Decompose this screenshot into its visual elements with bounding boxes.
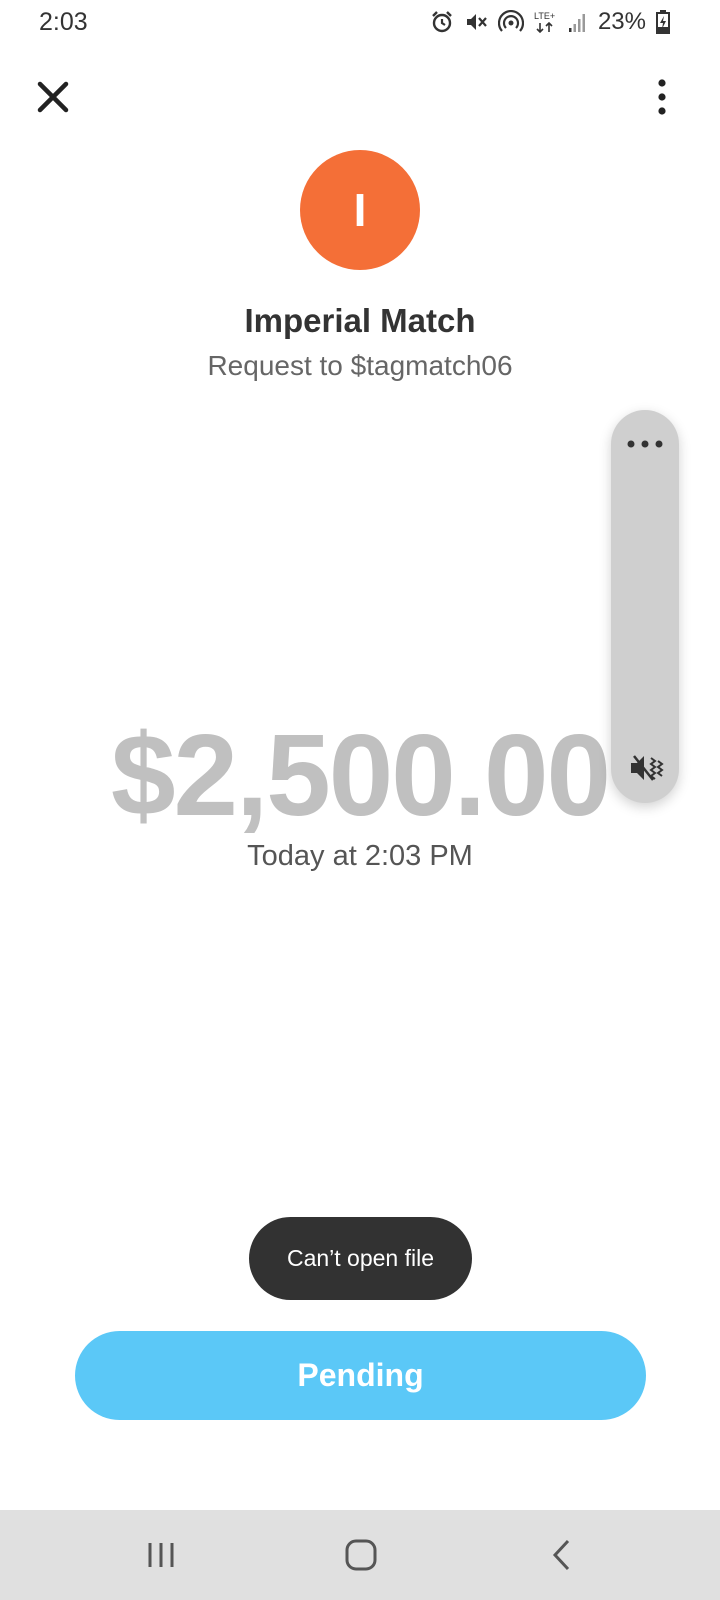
more-horizontal-icon[interactable] [627,440,663,448]
battery-percent: 23% [597,8,646,35]
avatar: I [300,150,420,270]
mute-icon [466,14,487,30]
pending-button-label: Pending [297,1357,424,1393]
status-bar: 2:03 LTE+ 23% [0,0,720,48]
signal-icon [568,14,585,32]
svg-text:LTE+: LTE+ [534,11,555,21]
toast-text: Can’t open file [286,1245,435,1271]
pending-button[interactable]: Pending [75,1331,646,1420]
hotspot-icon [497,10,524,32]
toast-message: Can’t open file [249,1217,472,1300]
back-icon[interactable] [550,1538,574,1572]
mute-vibrate-icon[interactable] [629,752,665,784]
lte-icon: LTE+ [534,11,555,34]
battery-charging-icon [656,10,670,34]
navigation-bar [0,1510,720,1600]
more-vertical-icon[interactable] [650,76,674,120]
status-time: 2:03 [39,8,88,36]
payment-time: Today at 2:03 PM [247,840,473,872]
status-icons: LTE+ 23% [430,8,670,36]
alarm-icon [432,11,452,33]
request-subtitle: Request to $tagmatch06 [207,350,513,381]
avatar-initial: I [353,184,367,236]
volume-panel[interactable] [611,410,679,803]
close-icon[interactable] [30,74,76,120]
contact-name: Imperial Match [244,302,476,339]
home-icon[interactable] [344,1538,378,1572]
recent-apps-icon[interactable] [146,1538,176,1572]
